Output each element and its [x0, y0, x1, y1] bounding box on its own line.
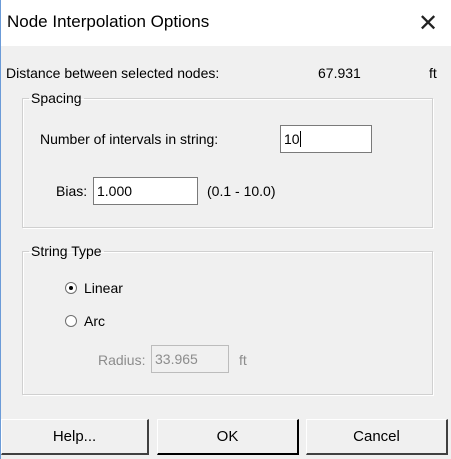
bias-label: Bias: [56, 183, 88, 199]
radio-selected-dot [69, 286, 73, 290]
radius-label: Radius: [98, 352, 146, 368]
window-title: Node Interpolation Options [7, 12, 210, 31]
title-bar: Node Interpolation Options ✕ [1, 0, 451, 46]
linear-radio[interactable] [65, 282, 77, 294]
distance-unit: ft [429, 65, 437, 81]
distance-row: Distance between selected nodes: 67.931 … [6, 65, 446, 85]
close-icon: ✕ [417, 9, 439, 37]
intervals-input[interactable]: 10 [280, 125, 372, 153]
text-caret [299, 131, 301, 147]
bias-range-hint: (0.1 - 10.0) [207, 183, 276, 199]
close-button[interactable]: ✕ [405, 0, 451, 46]
radius-input[interactable]: 33.965 [151, 345, 229, 373]
arc-label[interactable]: Arc [84, 313, 105, 329]
radius-value: 33.965 [155, 351, 198, 367]
intervals-value: 10 [284, 131, 300, 147]
radius-unit: ft [239, 352, 247, 368]
help-button[interactable]: Help... [1, 419, 149, 455]
bias-value: 1.000 [97, 183, 133, 199]
spacing-group: Spacing [22, 90, 433, 228]
bias-input[interactable]: 1.000 [93, 177, 198, 205]
cancel-button[interactable]: Cancel [306, 419, 448, 455]
ok-button[interactable]: OK [157, 419, 299, 455]
arc-radio[interactable] [65, 315, 77, 327]
distance-label: Distance between selected nodes: [6, 65, 220, 81]
string-type-legend: String Type [31, 243, 102, 259]
spacing-legend: Spacing [31, 90, 82, 106]
node-interpolation-dialog: Node Interpolation Options ✕ Distance be… [0, 0, 451, 459]
linear-label[interactable]: Linear [84, 280, 123, 296]
distance-value: 67.931 [318, 65, 361, 81]
intervals-label: Number of intervals in string: [40, 131, 219, 147]
